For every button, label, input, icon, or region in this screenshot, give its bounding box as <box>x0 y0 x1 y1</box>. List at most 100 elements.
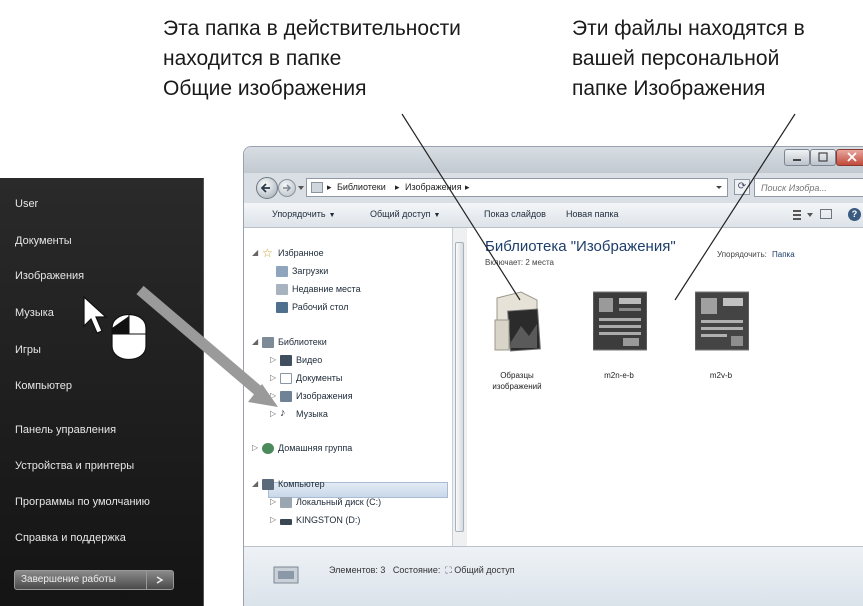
start-menu-control-panel[interactable]: Панель управления <box>15 424 116 436</box>
callout-right-line-2: вашей персональной <box>572 47 780 70</box>
nav-computer-label: Компьютер <box>278 479 325 489</box>
library-includes-link[interactable]: Включает: 2 места <box>485 258 554 267</box>
start-menu-games[interactable]: Игры <box>15 344 41 356</box>
image-thumbnail-icon <box>695 291 749 351</box>
breadcrumb-separator: ▸ <box>465 182 470 192</box>
organize-button[interactable]: Упорядочить ▼ <box>272 209 336 219</box>
nav-desktop-label: Рабочий стол <box>292 302 349 312</box>
organize-label: Упорядочить <box>272 209 326 219</box>
start-menu-computer[interactable]: Компьютер <box>15 380 72 392</box>
back-button[interactable] <box>256 177 278 199</box>
expand-icon[interactable]: ▷ <box>270 391 276 400</box>
breadcrumb-libraries[interactable]: Библиотеки <box>337 179 386 196</box>
arrange-by-label: Упорядочить: <box>717 250 767 259</box>
expand-icon[interactable]: ▷ <box>270 355 276 364</box>
expand-icon[interactable]: ▷ <box>252 443 258 452</box>
new-folder-button[interactable]: Новая папка <box>566 209 618 219</box>
command-bar: Упорядочить ▼ Общий доступ ▼ Показ слайдов… <box>244 203 863 228</box>
breadcrumb-separator: ▸ <box>395 182 400 192</box>
forward-button[interactable] <box>278 179 296 197</box>
nav-local-disk-label: Локальный диск (C:) <box>296 497 382 507</box>
breadcrumb-separator: ▸ <box>327 182 332 192</box>
start-menu-default-programs[interactable]: Программы по умолчанию <box>15 496 150 508</box>
callout-left-line-2: находится в папке <box>163 47 342 70</box>
file-name: Образцы изображений <box>492 371 542 391</box>
expand-icon[interactable]: ◢ <box>252 337 258 346</box>
expand-icon[interactable]: ◢ <box>252 479 258 488</box>
expand-icon[interactable]: ▷ <box>270 373 276 382</box>
computer-icon <box>262 479 274 490</box>
start-menu-pictures[interactable]: Изображения <box>15 270 84 282</box>
title-bar[interactable] <box>244 147 863 173</box>
recent-pages-icon[interactable] <box>297 185 305 191</box>
callout-right-line-1: Эти файлы находятся в <box>572 17 805 40</box>
nav-scrollbar[interactable] <box>452 228 467 546</box>
library-title: Библиотека "Изображения" <box>485 238 676 255</box>
navigation-pane: ◢ ☆ Избранное Загрузки Недавние места Ра… <box>244 228 453 546</box>
start-menu-devices[interactable]: Устройства и принтеры <box>15 460 134 472</box>
details-text: Элементов: 3 Состояние: ⛶ Общий доступ <box>329 565 515 576</box>
desktop-icon <box>276 302 288 313</box>
file-item-m2n-e-b[interactable]: m2n-e-b <box>579 290 659 400</box>
start-menu-documents[interactable]: Документы <box>15 235 72 247</box>
arrow-left-icon <box>260 183 270 193</box>
refresh-icon: ⟳ <box>737 181 747 192</box>
start-menu-user[interactable]: User <box>15 198 38 210</box>
refresh-button[interactable]: ⟳ <box>734 179 750 195</box>
close-button[interactable] <box>836 149 863 166</box>
folder-icon <box>311 182 323 193</box>
nav-music-label: Музыка <box>296 409 328 419</box>
hard-drive-icon <box>280 497 292 508</box>
address-bar-row: ▸ Библиотеки ▸ Изображения ▸ ⟳ <box>244 173 863 203</box>
details-pane: Элементов: 3 Состояние: ⛶ Общий доступ <box>244 546 863 606</box>
nav-libraries-label: Библиотеки <box>278 337 327 347</box>
library-icon <box>273 566 299 584</box>
shutdown-label: Завершение работы <box>21 574 116 585</box>
shutdown-button[interactable]: Завершение работы <box>14 570 174 590</box>
nav-scrollbar-thumb[interactable] <box>455 242 464 532</box>
share-button[interactable]: Общий доступ ▼ <box>370 209 440 219</box>
start-menu-music[interactable]: Музыка <box>15 307 54 319</box>
pictures-icon <box>280 391 292 402</box>
expand-icon[interactable]: ◢ <box>252 248 258 257</box>
nav-favorites-label: Избранное <box>278 248 324 258</box>
music-icon: ♪ <box>280 407 286 419</box>
views-icon[interactable] <box>792 209 816 221</box>
arrange-by-dropdown[interactable]: Папка <box>772 250 795 259</box>
help-icon[interactable]: ? <box>848 208 861 221</box>
file-name: m2n-e-b <box>604 371 634 380</box>
callout-right-line-3: папке Изображения <box>572 77 766 100</box>
close-icon <box>847 152 857 162</box>
address-input[interactable]: ▸ Библиотеки ▸ Изображения ▸ <box>306 178 728 197</box>
item-count: Элементов: 3 <box>329 565 386 575</box>
maximize-button[interactable] <box>810 149 836 166</box>
nav-documents-label: Документы <box>296 373 343 383</box>
expand-icon[interactable]: ▷ <box>270 515 276 524</box>
state-value: Общий доступ <box>454 565 515 575</box>
nav-videos-label: Видео <box>296 355 323 365</box>
search-input[interactable] <box>754 178 863 197</box>
caret-down-icon: ▼ <box>328 212 336 219</box>
libraries-icon <box>262 337 274 348</box>
start-menu-help[interactable]: Справка и поддержка <box>15 532 126 544</box>
share-label: Общий доступ <box>370 209 431 219</box>
callout-left-line-3: Общие изображения <box>163 77 367 100</box>
recent-places-icon <box>276 284 288 295</box>
chevron-right-icon <box>156 576 164 584</box>
breadcrumb-pictures[interactable]: Изображения <box>405 179 462 196</box>
homegroup-icon <box>262 443 274 454</box>
star-icon: ☆ <box>262 246 273 260</box>
state-label: Состояние: <box>392 565 441 575</box>
shutdown-options-button[interactable] <box>146 571 173 589</box>
file-item-sample-pictures[interactable]: Образцы изображений <box>477 290 557 400</box>
minimize-button[interactable] <box>784 149 810 166</box>
expand-icon[interactable]: ▷ <box>270 497 276 506</box>
file-item-m2v-b[interactable]: m2v-b <box>681 290 761 400</box>
content-pane: Библиотека "Изображения" Включает: 2 мес… <box>467 228 863 546</box>
slideshow-button[interactable]: Показ слайдов <box>484 209 546 219</box>
preview-pane-icon[interactable] <box>820 209 832 219</box>
callout-left: Эта папка в действительности находится в… <box>163 14 461 104</box>
explorer-window: ▸ Библиотеки ▸ Изображения ▸ ⟳ Упорядочи… <box>243 146 863 606</box>
chevron-down-icon[interactable] <box>714 178 724 196</box>
expand-icon[interactable]: ▷ <box>270 409 276 418</box>
